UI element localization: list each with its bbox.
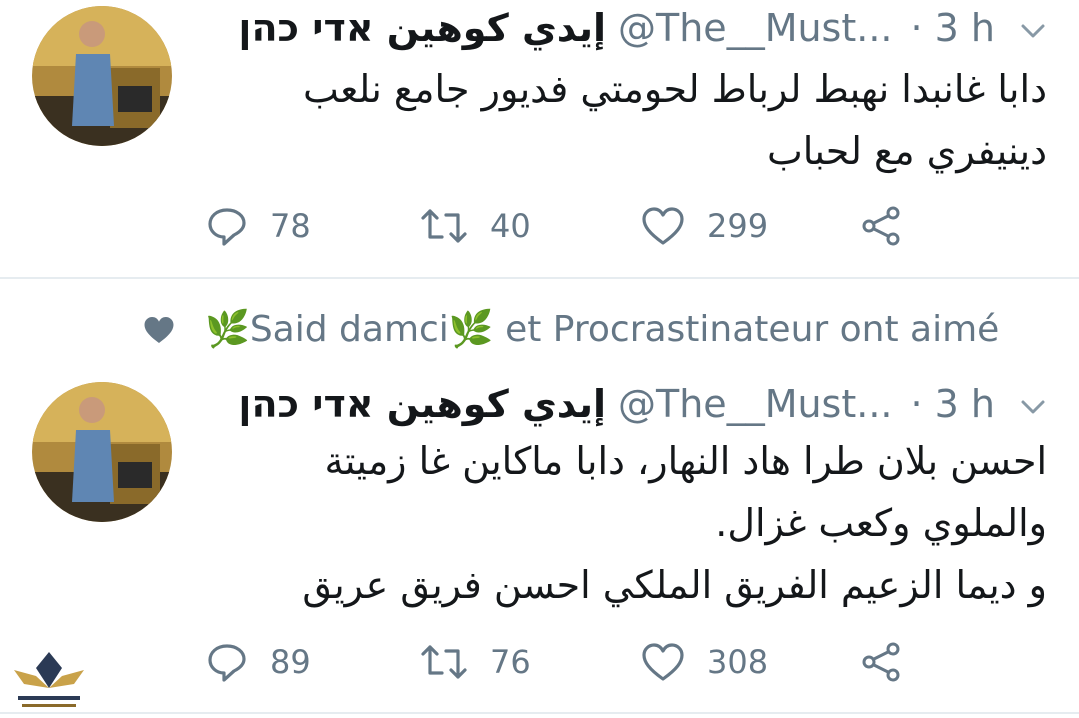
chevron-down-icon[interactable] bbox=[1017, 12, 1049, 44]
chevron-down-icon[interactable] bbox=[1017, 388, 1049, 420]
handle[interactable]: @The__Must... bbox=[618, 382, 892, 426]
tweet-1[interactable]: إيدي كوهين אדי כהן @The__Must... · 3 h د… bbox=[0, 0, 1079, 278]
display-name[interactable]: إيدي كوهين אדי כהן bbox=[238, 382, 606, 426]
retweet-count: 76 bbox=[490, 643, 531, 681]
heart-icon bbox=[642, 207, 684, 245]
retweet-count: 40 bbox=[490, 207, 531, 245]
tweet-text: احسن بلان طرا هاد النهار، دابا ماكاين غا… bbox=[302, 439, 1047, 607]
share-button[interactable] bbox=[860, 196, 924, 256]
avatar-image bbox=[32, 382, 172, 522]
retweet-button[interactable]: 40 bbox=[420, 196, 531, 256]
reply-count: 78 bbox=[270, 207, 311, 245]
retweet-icon bbox=[421, 209, 467, 243]
tweet-divider bbox=[0, 277, 1079, 279]
display-name[interactable]: إيدي كوهين אדי כהן bbox=[238, 6, 606, 50]
like-count: 308 bbox=[707, 643, 769, 681]
reply-icon bbox=[208, 208, 246, 246]
tweet-header: إيدي كوهين אדי כהן @The__Must... · 3 h bbox=[238, 0, 1049, 56]
share-icon bbox=[862, 642, 900, 682]
tweet-header: إيدي كوهين אדי כהן @The__Must... · 3 h bbox=[238, 376, 1049, 432]
timestamp[interactable]: · 3 h bbox=[911, 6, 996, 50]
tweet-text: دابا غانبدا نهبط لرباط لحومتي فديور جامع… bbox=[302, 67, 1047, 173]
small-heart-icon bbox=[144, 317, 174, 343]
retweet-button[interactable]: 76 bbox=[420, 632, 531, 692]
like-button[interactable]: 308 bbox=[641, 632, 768, 692]
avatar-image bbox=[32, 6, 172, 146]
handle[interactable]: @The__Must... bbox=[618, 6, 892, 50]
watermark-logo bbox=[4, 648, 94, 714]
reply-button[interactable]: 78 bbox=[206, 196, 311, 256]
tweet-actions: 78 40 299 bbox=[0, 196, 1079, 256]
avatar[interactable] bbox=[32, 382, 172, 522]
avatar[interactable] bbox=[32, 6, 172, 146]
tweet-actions: 89 76 308 bbox=[0, 632, 1079, 692]
social-context[interactable]: 🌿Said damci🌿 et Procrastinateur ont aimé bbox=[0, 300, 1079, 360]
share-icon bbox=[862, 206, 900, 246]
liked-by-text: 🌿Said damci🌿 et Procrastinateur ont aimé bbox=[205, 309, 1000, 350]
heart-icon bbox=[642, 643, 684, 681]
tweet-2[interactable]: إيدي كوهين אדי כהן @The__Must... · 3 h ا… bbox=[0, 376, 1079, 706]
like-count: 299 bbox=[707, 207, 769, 245]
timestamp[interactable]: · 3 h bbox=[911, 382, 996, 426]
like-button[interactable]: 299 bbox=[641, 196, 768, 256]
reply-button[interactable]: 89 bbox=[206, 632, 311, 692]
tweet-divider bbox=[0, 712, 1079, 714]
share-button[interactable] bbox=[860, 632, 924, 692]
reply-icon bbox=[208, 644, 246, 682]
reply-count: 89 bbox=[270, 643, 311, 681]
retweet-icon bbox=[421, 645, 467, 679]
